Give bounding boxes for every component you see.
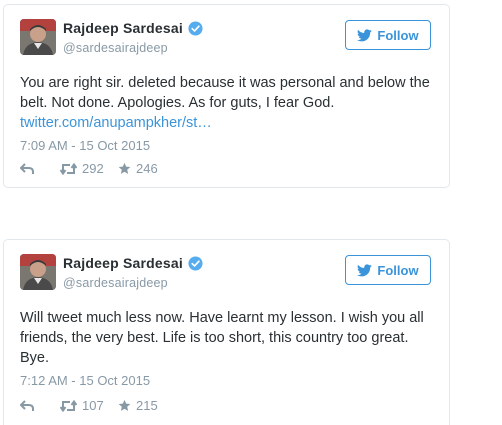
retweet-button[interactable]: 292 [60,161,118,176]
follow-button[interactable]: Follow [345,255,431,285]
retweet-count: 107 [82,398,104,413]
star-icon [118,162,131,174]
author-name[interactable]: Rajdeep Sardesai [63,255,183,271]
tweet-link[interactable]: twitter.com/anupampkher/st… [20,113,212,133]
favorite-button[interactable]: 215 [118,398,178,413]
tweet-card: Rajdeep Sardesai @sardesairajdeep Follow… [3,239,450,425]
favorite-count: 215 [136,398,158,413]
favorite-count: 246 [136,161,158,176]
author-name-row: Rajdeep Sardesai [63,19,203,37]
favorite-button[interactable]: 246 [118,161,178,176]
follow-button[interactable]: Follow [345,20,431,50]
tweet-actions: 107 215 [20,398,178,413]
author-handle[interactable]: @sardesairajdeep [63,41,168,55]
follow-label: Follow [377,27,419,43]
reply-icon [20,399,34,411]
reply-button[interactable] [20,399,60,412]
author-name[interactable]: Rajdeep Sardesai [63,20,183,36]
avatar[interactable] [20,254,56,290]
tweet-text: Will tweet much less now. Have learnt my… [20,308,440,368]
follow-label: Follow [377,262,419,278]
tweet-timestamp[interactable]: 7:12 AM - 15 Oct 2015 [20,373,150,388]
retweet-icon [60,399,77,412]
twitter-bird-icon [357,263,373,276]
author-name-row: Rajdeep Sardesai [63,254,203,272]
tweet-body: Will tweet much less now. Have learnt my… [20,310,424,366]
retweet-count: 292 [82,161,104,176]
retweet-icon [60,162,77,175]
verified-badge-icon [188,20,203,36]
star-icon [118,399,131,411]
reply-icon [20,162,34,174]
tweet-card: Rajdeep Sardesai @sardesairajdeep Follow… [3,4,450,188]
tweet-actions: 292 246 [20,161,178,176]
tweet-body: You are right sir. deleted because it wa… [20,75,430,111]
author-handle[interactable]: @sardesairajdeep [63,276,168,290]
tweet-timestamp[interactable]: 7:09 AM - 15 Oct 2015 [20,138,150,153]
tweet-text: You are right sir. deleted because it wa… [20,73,440,133]
twitter-bird-icon [357,28,373,41]
avatar[interactable] [20,19,56,55]
verified-badge-icon [188,255,203,271]
reply-button[interactable] [20,162,60,175]
retweet-button[interactable]: 107 [60,398,118,413]
